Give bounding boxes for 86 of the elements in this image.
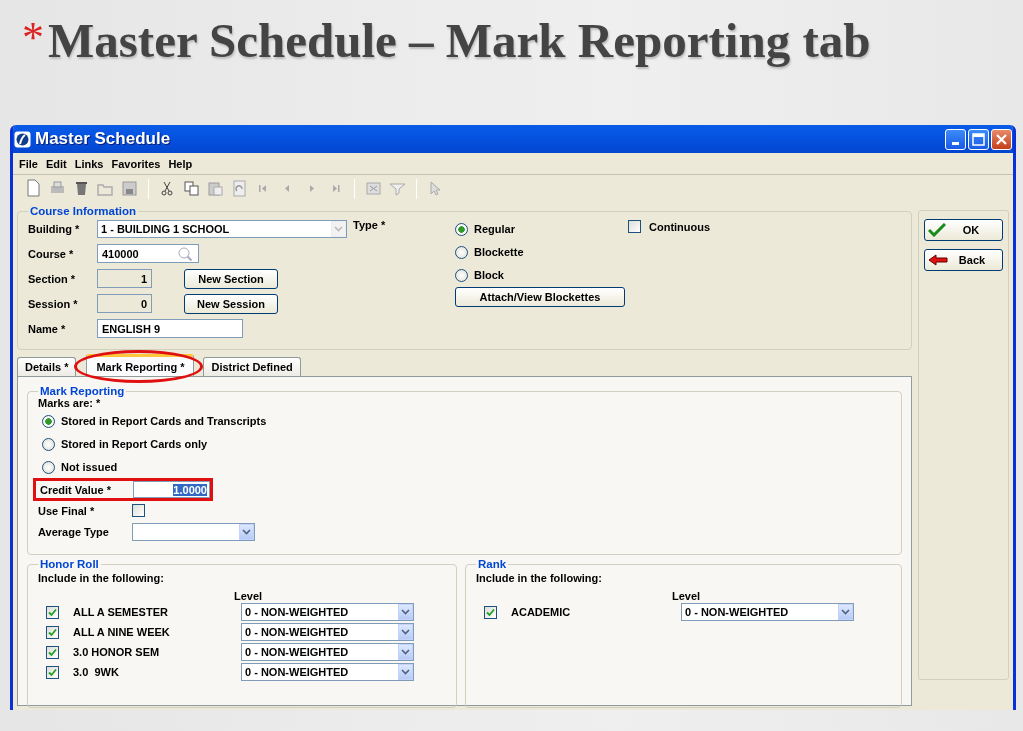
tab[interactable]: Mark Reporting *	[86, 354, 195, 376]
radio-circle-icon[interactable]	[455, 268, 468, 282]
tab[interactable]: Details *	[17, 357, 77, 376]
minimize-icon	[952, 141, 959, 145]
menu-item[interactable]: Help	[168, 157, 193, 170]
checkbox[interactable]: ALL A SEMESTER	[46, 605, 241, 619]
field-label: Session *	[28, 297, 79, 310]
search-icon	[176, 245, 194, 262]
chevron-icon	[331, 220, 346, 237]
menu-item[interactable]: Links	[74, 157, 104, 170]
field-label: Credit Value *	[40, 483, 112, 496]
close-button[interactable]	[991, 128, 1012, 150]
tab[interactable]: District Defined	[203, 357, 301, 376]
checkbox[interactable]: 3.0 HONOR SEM	[46, 645, 241, 659]
new-button[interactable]: New Session	[184, 293, 278, 314]
field-label: Use Final *	[38, 504, 96, 517]
checkbox[interactable]: 3.0 9WK	[46, 665, 241, 679]
field-label: Marks are: *	[38, 397, 102, 409]
minimize-button[interactable]	[945, 128, 966, 150]
menu-item[interactable]: Favorites	[111, 157, 161, 170]
radio-button[interactable]: Stored in Report Cards and Transcripts	[42, 412, 891, 430]
field-label: Building *	[28, 222, 81, 235]
radio-button[interactable]: Regular	[455, 220, 628, 238]
course-field[interactable]: 410000	[97, 244, 199, 263]
back-arrow-icon	[928, 254, 948, 266]
attach-button[interactable]: Attach/View Blockettes	[455, 287, 625, 307]
checkmark-icon	[486, 607, 495, 617]
radio-circle-icon[interactable]	[455, 245, 468, 259]
chevron-icon	[398, 624, 413, 640]
app-logo-icon	[14, 130, 31, 148]
dropdown[interactable]: 0 - NON-WEIGHTED	[241, 663, 414, 681]
new-button[interactable]: New Section	[184, 268, 278, 289]
copy-icon[interactable]	[181, 178, 202, 199]
chevron-icon	[398, 604, 413, 620]
group-intro: Include in the following:	[476, 572, 603, 584]
chevron-icon	[838, 604, 853, 620]
radio-button[interactable]: Stored in Report Cards only	[42, 435, 891, 453]
group-title: Mark Reporting	[39, 385, 126, 397]
column-header: Level	[234, 590, 263, 602]
chevron-icon	[398, 664, 413, 680]
field-label: Average Type	[38, 525, 110, 538]
dropdown[interactable]: 0 - NON-WEIGHTED	[241, 623, 414, 641]
field-label: Type *	[353, 219, 386, 231]
field-label: Section *	[28, 272, 77, 285]
radio-circle-icon[interactable]	[42, 460, 55, 474]
chevron-icon	[398, 644, 413, 660]
slide-title: Master Schedule – Mark Reporting tab	[48, 14, 871, 68]
group-title: Rank	[477, 558, 508, 570]
number-field: 1	[97, 269, 152, 288]
field-label: Course *	[28, 247, 75, 260]
group-intro: Include in the following:	[38, 572, 165, 584]
dropdown[interactable]: 0 - NON-WEIGHTED	[681, 603, 854, 621]
maximize-button[interactable]	[968, 128, 989, 150]
radio-circle-icon[interactable]	[455, 222, 468, 236]
bullet-mark: *	[22, 16, 44, 60]
field-value: 1.0000	[173, 483, 207, 496]
group-title: Course Information	[29, 205, 138, 217]
checkmark-icon	[928, 223, 946, 237]
name-field[interactable]: ENGLISH 9	[97, 319, 243, 338]
ok-button[interactable]: OK	[924, 219, 1003, 241]
menu-item[interactable]: Edit	[45, 157, 67, 170]
dropdown[interactable]: 0 - NON-WEIGHTED	[241, 603, 414, 621]
radio-circle-icon[interactable]	[42, 414, 55, 428]
window-title: Master Schedule	[35, 129, 172, 149]
checkbox[interactable]	[132, 504, 145, 517]
column-header: Level	[672, 590, 701, 602]
back-button[interactable]: Back	[924, 249, 1003, 271]
checkbox[interactable]: ALL A NINE WEEK	[46, 625, 241, 639]
radio-button[interactable]: Blockette	[455, 243, 628, 261]
dropdown[interactable]: 0 - NON-WEIGHTED	[241, 643, 414, 661]
radio-button[interactable]: Not issued	[42, 458, 891, 476]
chevron-icon	[239, 523, 254, 540]
checkbox[interactable]: Continuous	[628, 220, 711, 233]
number-field: 0	[97, 294, 152, 313]
close-icon	[995, 132, 1008, 146]
maximize-icon	[972, 132, 985, 146]
radio-circle-icon[interactable]	[42, 437, 55, 451]
dropdown[interactable]: 1 - BUILDING 1 SCHOOL	[97, 219, 347, 238]
field-label: Name *	[28, 322, 67, 335]
menu-item[interactable]: File	[19, 157, 38, 170]
floppy-icon[interactable]	[119, 178, 140, 199]
radio-button[interactable]: Block	[455, 266, 628, 284]
group-title: Honor Roll	[39, 558, 100, 570]
dropdown[interactable]	[132, 522, 255, 541]
checkbox[interactable]: ACADEMIC	[484, 605, 681, 619]
credit-value-field[interactable]: 1.0000	[132, 481, 210, 498]
